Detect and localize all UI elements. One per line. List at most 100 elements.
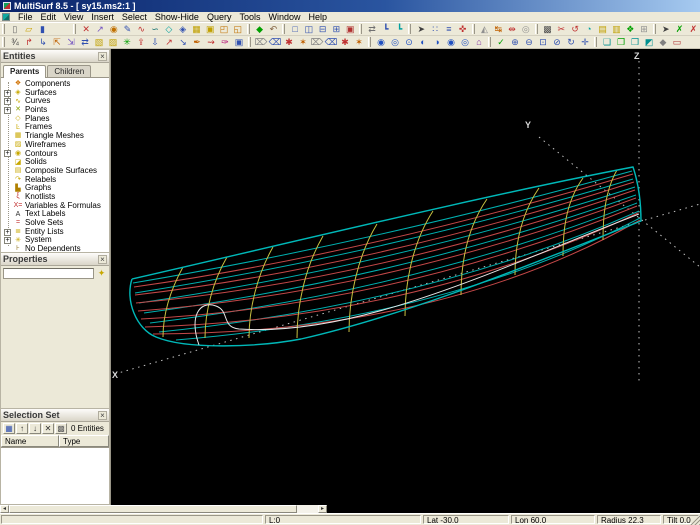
pick-tool-button[interactable]: ➤	[658, 23, 673, 35]
view-body-button[interactable]: ◑	[430, 36, 444, 48]
fit-all-button[interactable]: ❐	[614, 36, 628, 48]
ring-tool-button[interactable]: ◉	[106, 23, 121, 35]
show-selected-button[interactable]: ⌫	[324, 36, 338, 48]
pan-view-button[interactable]: ✛	[578, 36, 592, 48]
show-button[interactable]: ⌫	[268, 36, 282, 48]
promote-button[interactable]: ⇪	[134, 36, 148, 48]
hide-button[interactable]: ⌦	[254, 36, 268, 48]
expand-icon[interactable]: +	[4, 150, 11, 158]
selection-grid-button[interactable]: ▦	[3, 423, 15, 434]
view-stern-button[interactable]: ◉	[444, 36, 458, 48]
show-all-button[interactable]: ✱	[282, 36, 296, 48]
rotate-entity-button[interactable]: ↺	[568, 23, 582, 35]
rotate-view-button[interactable]: ↻	[564, 36, 578, 48]
fit-window-button[interactable]: ◩	[642, 36, 656, 48]
close-properties-button[interactable]: ×	[98, 254, 107, 264]
tab-parents[interactable]: Parents	[3, 65, 47, 78]
surface-tool-2-button[interactable]: ◈	[175, 23, 190, 35]
note-tool-button[interactable]: ✑	[218, 36, 232, 48]
snapshot-button[interactable]: ▭	[670, 36, 684, 48]
menu-edit[interactable]: Edit	[37, 12, 61, 22]
scatter-tool-button[interactable]: ✳	[120, 36, 134, 48]
shade-toggle-button[interactable]: ▩	[540, 23, 555, 35]
menu-insert[interactable]: Insert	[87, 12, 118, 22]
arc-tool-button[interactable]: ◔	[582, 23, 596, 35]
menu-show-hide[interactable]: Show-Hide	[151, 12, 203, 22]
fill-tool-button[interactable]: ▧	[92, 36, 106, 48]
move-up-button[interactable]: ↑	[16, 423, 28, 434]
snake-tool-button[interactable]: ∽	[148, 23, 162, 35]
tree-item-relabels[interactable]: +↷Relabels	[4, 175, 109, 185]
fit-entities-button[interactable]: ◆	[656, 36, 670, 48]
tree-item-no-dependents[interactable]: +⊦No Dependents	[4, 244, 109, 252]
remove-selection-button[interactable]: ✕	[42, 423, 54, 434]
solid-tool-button[interactable]: ◰	[217, 23, 231, 35]
zoom-out-button[interactable]: ⊖	[522, 36, 536, 48]
offset-tool-button[interactable]: ↹	[491, 23, 506, 35]
window-single-button[interactable]: □	[288, 23, 302, 35]
raise-button[interactable]: ↗	[162, 36, 176, 48]
document-icon[interactable]	[2, 12, 10, 21]
show-all-2-button[interactable]: ✱	[338, 36, 352, 48]
align-tool-button[interactable]: ❖	[623, 23, 638, 35]
path-tool-button[interactable]: ⇝	[204, 36, 218, 48]
tree-item-contours[interactable]: + ◉ Contours	[4, 149, 109, 159]
visibility-2-button[interactable]: ✶	[352, 36, 366, 48]
select-multiple-button[interactable]: ≡	[442, 23, 456, 35]
tab-children[interactable]: Children	[47, 65, 92, 77]
menu-file[interactable]: File	[14, 12, 37, 22]
expand-icon[interactable]: +	[4, 98, 11, 106]
fill-tool-2-button[interactable]: ▨	[106, 36, 120, 48]
mesh-tool-button[interactable]: ▦	[189, 23, 204, 35]
tree-item-composite-surfaces[interactable]: +▤Composite Surfaces	[4, 166, 109, 176]
hide-selected-button[interactable]: ⌦	[310, 36, 324, 48]
grid-tool-button[interactable]: ▥	[609, 23, 624, 35]
view-home-button[interactable]: ⌂	[472, 36, 486, 48]
select-arrow-button[interactable]: ➤	[414, 23, 429, 35]
scrollbar-track[interactable]	[297, 505, 318, 513]
key-icon[interactable]: ✦	[96, 268, 107, 279]
window-split-v-button[interactable]: ◫	[302, 23, 316, 35]
window-quad-button[interactable]: ⊞	[329, 23, 344, 35]
drag-points-button[interactable]: ✜	[455, 23, 470, 35]
accept-button[interactable]: ✗	[672, 23, 687, 35]
selection-set-list[interactable]	[1, 447, 109, 504]
open-file-button[interactable]: ▱	[21, 23, 36, 35]
corner-view-2-button[interactable]: ┗	[392, 23, 407, 35]
fit-view-button[interactable]: ❏	[600, 36, 614, 48]
zoom-in-button[interactable]: ⊕	[508, 36, 522, 48]
point-tool-button[interactable]: ✕	[79, 23, 94, 35]
surface-tool-button[interactable]: ◇	[162, 23, 176, 35]
snap-tool-button[interactable]: ◎	[518, 23, 533, 35]
close-selection-set-button[interactable]: ×	[98, 410, 107, 420]
window-active-button[interactable]: ▣	[343, 23, 358, 35]
menu-view[interactable]: View	[60, 12, 87, 22]
clear-selection-button[interactable]: ▩	[55, 423, 67, 434]
horizontal-scrollbar[interactable]: ◂ ▸	[0, 505, 327, 513]
hatch-tool-button[interactable]: ▤	[595, 23, 610, 35]
properties-name-field[interactable]	[3, 267, 94, 279]
tree-item-planes[interactable]: +◇Planes	[4, 114, 109, 124]
mirror-tool-button[interactable]: ◭	[477, 23, 492, 35]
demote-button[interactable]: ⇩	[148, 36, 162, 48]
menu-query[interactable]: Query	[203, 12, 236, 22]
expand-icon[interactable]: +	[4, 89, 11, 97]
save-file-button[interactable]: ▮	[35, 23, 50, 35]
measure-tool-button[interactable]: ⇹	[505, 23, 519, 35]
column-header-name[interactable]: Name	[1, 435, 59, 447]
zoom-window-button[interactable]: ⊡	[536, 36, 550, 48]
fit-selected-button[interactable]: ❒	[628, 36, 642, 48]
reject-button[interactable]: ✗	[686, 23, 700, 35]
trim-tool-button[interactable]: ✂	[554, 23, 569, 35]
divide-tool-button[interactable]: ¾	[8, 36, 22, 48]
curve-tool-button[interactable]: ∿	[134, 23, 149, 35]
close-entities-button[interactable]: ×	[98, 51, 107, 61]
view-side-button[interactable]: ⊙	[402, 36, 416, 48]
menu-select[interactable]: Select	[118, 12, 151, 22]
tree-item-curves[interactable]: + ∿ Curves	[4, 97, 109, 106]
patch-tool-button[interactable]: ▣	[203, 23, 218, 35]
bead-tool-button[interactable]: ↗	[93, 23, 107, 35]
view-plan-button[interactable]: ◐	[416, 36, 430, 48]
scroll-left-icon[interactable]: ◂	[0, 505, 9, 513]
visibility-button[interactable]: ✶	[296, 36, 310, 48]
